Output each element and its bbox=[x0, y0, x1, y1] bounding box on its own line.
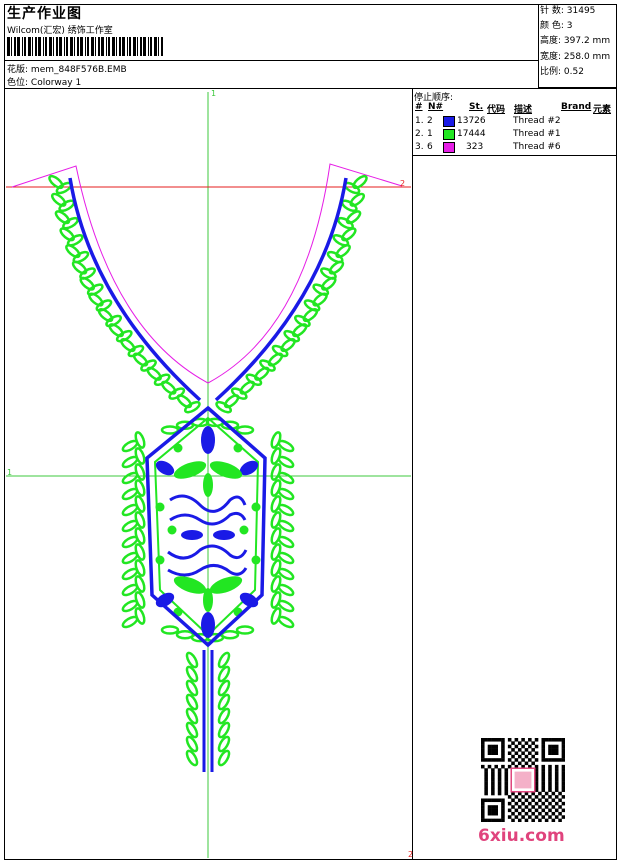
marker-top: 1 bbox=[211, 89, 216, 98]
watermark-logo: 6xiu.com bbox=[478, 826, 565, 846]
qr-code bbox=[481, 738, 566, 823]
embroidery-preview: 1 1 2 2 bbox=[6, 89, 413, 859]
marker-right: 2 bbox=[400, 179, 405, 188]
marker-left: 1 bbox=[7, 468, 12, 477]
marker-bottom: 2 bbox=[408, 850, 413, 859]
